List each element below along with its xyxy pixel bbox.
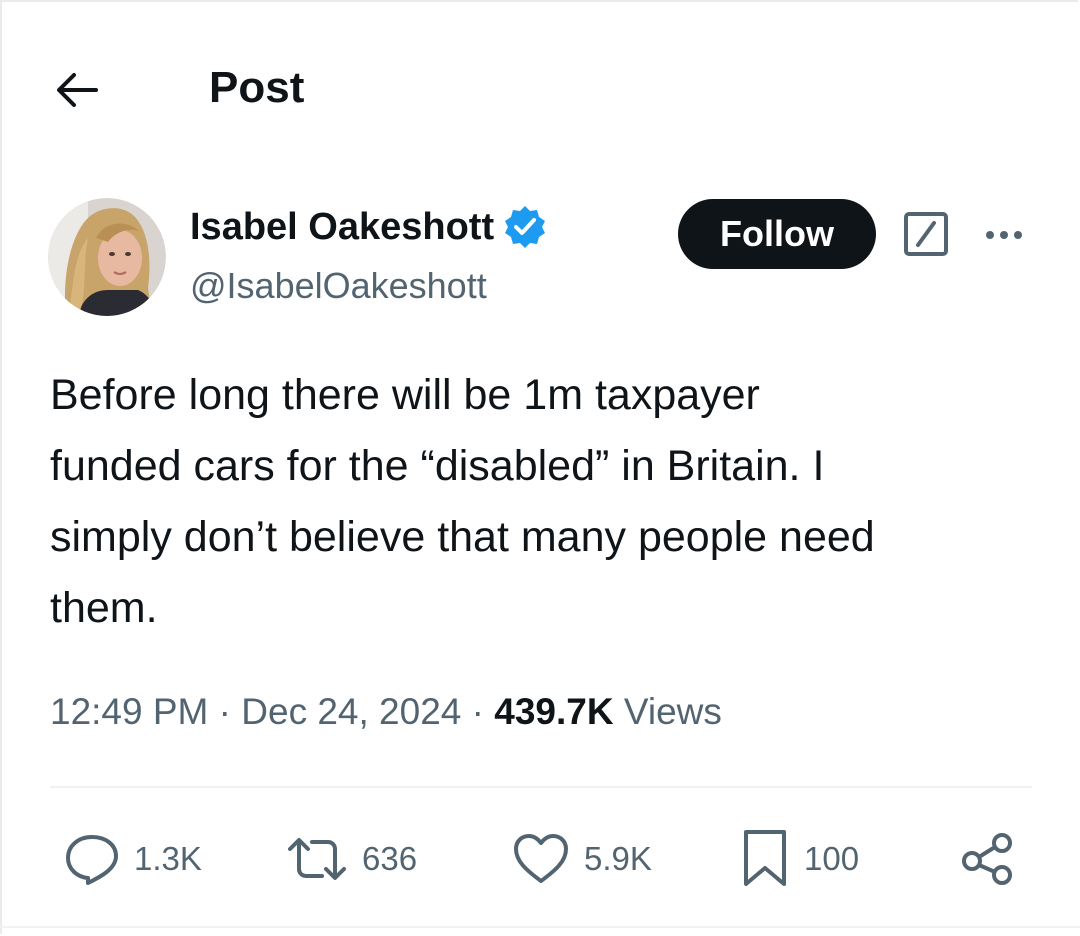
views-label: Views [623,691,722,732]
reply-button[interactable]: 1.3K [64,826,202,892]
arrow-left-icon [57,73,98,107]
repost-icon [288,838,346,880]
repost-button[interactable]: 636 [286,826,417,892]
action-bar: 1.3K 636 5.9K 100 [0,826,1080,892]
like-count: 5.9K [584,840,652,877]
grok-icon [904,212,948,256]
bookmark-icon [744,830,786,886]
more-options-button[interactable] [980,215,1028,255]
repost-count: 636 [362,840,418,877]
author-name[interactable]: Isabel Oakeshott [190,203,494,251]
like-button[interactable]: 5.9K [512,826,652,892]
top-bar: Post [0,0,1080,175]
reply-icon [66,835,118,885]
author-handle[interactable]: @IsabelOakeshott [190,262,487,310]
author-name-row: Isabel Oakeshott [190,203,548,251]
page-title: Post [209,63,305,112]
follow-button[interactable]: Follow [678,199,876,269]
divider [50,786,1032,788]
bookmark-count: 100 [804,840,860,877]
views-count: 439.7K [494,691,614,732]
heart-icon [514,834,568,883]
tweet-meta: 12:49 PM · Dec 24, 2024 · 439.7K Views [50,688,722,736]
bottom-divider [0,926,1080,928]
back-button[interactable] [48,62,104,118]
share-button[interactable] [960,826,1016,892]
more-dots-icon [986,231,1022,239]
verified-badge-icon [505,206,546,248]
tweet-date[interactable]: Dec 24, 2024 [241,691,461,732]
meta-separator: · [471,691,484,732]
reply-count: 1.3K [134,840,202,877]
tweet-text: Before long there will be 1m taxpayer fu… [50,371,875,632]
share-icon [962,833,1012,885]
grok-button[interactable] [903,211,949,257]
avatar[interactable] [48,198,166,316]
meta-separator: · [218,691,231,732]
bookmark-button[interactable]: 100 [740,826,859,892]
tweet-time[interactable]: 12:49 PM [50,691,208,732]
